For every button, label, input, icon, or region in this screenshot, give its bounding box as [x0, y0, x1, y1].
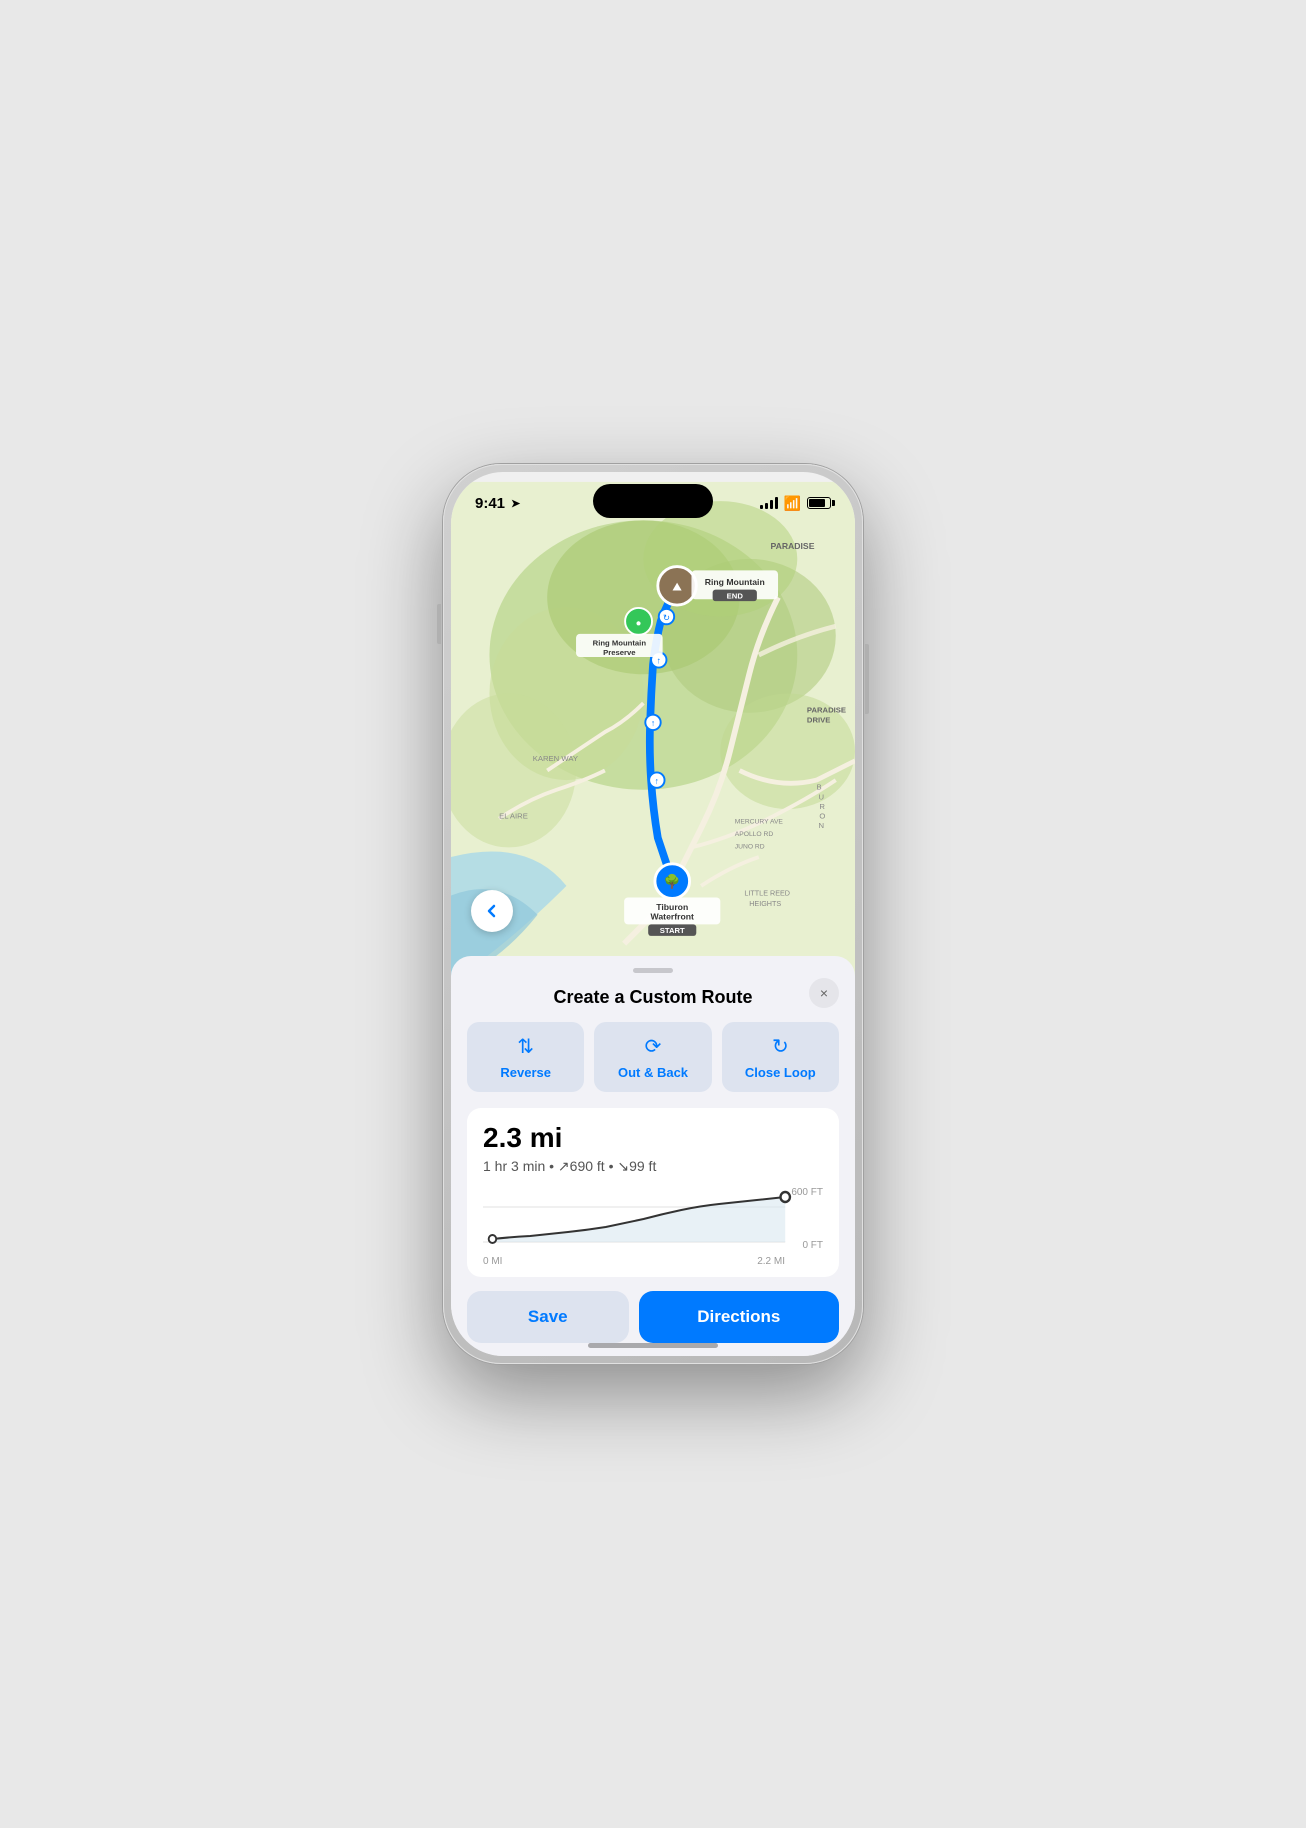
svg-text:LITTLE REED: LITTLE REED	[744, 889, 790, 898]
svg-text:↑: ↑	[655, 776, 659, 786]
svg-text:MERCURY AVE: MERCURY AVE	[735, 818, 784, 825]
bottom-sheet: Create a Custom Route × ⇅ Reverse ⟳ Out …	[451, 956, 855, 1356]
reverse-button[interactable]: ⇅ Reverse	[467, 1022, 584, 1092]
svg-text:↑: ↑	[651, 718, 655, 728]
svg-text:U: U	[818, 792, 825, 801]
dynamic-island	[593, 484, 713, 518]
svg-text:●: ●	[636, 618, 642, 629]
directions-button[interactable]: Directions	[639, 1291, 839, 1343]
phone-frame: 9:41 ➤ 📶	[443, 464, 863, 1364]
time-display: 9:41	[475, 495, 505, 512]
svg-text:↑: ↑	[657, 656, 661, 666]
elevation-chart: 600 FT 0 FT 0 MI 2.2 MI	[483, 1187, 823, 1267]
out-back-label: Out & Back	[618, 1065, 688, 1080]
wifi-icon: 📶	[784, 495, 801, 512]
out-back-icon: ⟳	[645, 1034, 662, 1059]
svg-text:PARADISE: PARADISE	[770, 541, 814, 551]
status-icons: 📶	[760, 495, 831, 512]
chart-x-start: 0 MI	[483, 1256, 502, 1267]
map-back-button[interactable]	[471, 890, 513, 932]
close-loop-label: Close Loop	[745, 1065, 816, 1080]
route-stats: 2.3 mi 1 hr 3 min • ↗690 ft • ↘99 ft	[467, 1108, 839, 1277]
svg-text:⛰: ⛰	[672, 582, 682, 594]
signal-bars	[760, 497, 778, 509]
chart-y-max: 600 FT	[791, 1187, 823, 1198]
svg-text:Ring Mountain: Ring Mountain	[705, 577, 765, 587]
svg-text:JUNO RD: JUNO RD	[735, 843, 765, 850]
svg-text:Waterfront: Waterfront	[651, 912, 694, 922]
close-loop-button[interactable]: ↻ Close Loop	[722, 1022, 839, 1092]
svg-text:KAREN WAY: KAREN WAY	[533, 754, 578, 763]
out-back-button[interactable]: ⟳ Out & Back	[594, 1022, 711, 1092]
sheet-title: Create a Custom Route	[467, 987, 839, 1008]
chart-y-min: 0 FT	[802, 1240, 823, 1251]
location-arrow-icon: ➤	[511, 497, 520, 510]
svg-text:↻: ↻	[663, 612, 670, 622]
home-indicator	[588, 1343, 718, 1348]
close-button[interactable]: ×	[809, 978, 839, 1008]
svg-text:EL AIRE: EL AIRE	[499, 812, 528, 821]
svg-text:B: B	[817, 783, 824, 792]
route-distance: 2.3 mi	[483, 1122, 823, 1154]
svg-text:Tiburon: Tiburon	[656, 902, 688, 912]
map-area[interactable]: ↑ ↑ ↑ ↻ 🌳 Tiburon Waterfront START ⛰	[451, 472, 855, 992]
svg-text:N: N	[818, 821, 825, 830]
close-loop-icon: ↻	[772, 1034, 789, 1059]
svg-text:O: O	[819, 812, 827, 821]
chart-x-end: 2.2 MI	[757, 1256, 785, 1267]
route-details: 1 hr 3 min • ↗690 ft • ↘99 ft	[483, 1158, 823, 1175]
phone-screen: 9:41 ➤ 📶	[451, 472, 855, 1356]
sheet-handle	[633, 968, 673, 973]
svg-text:Ring Mountain: Ring Mountain	[593, 638, 647, 647]
svg-text:PARADISE: PARADISE	[807, 706, 846, 715]
svg-text:END: END	[727, 591, 744, 600]
route-actions: ⇅ Reverse ⟳ Out & Back ↻ Close Loop	[467, 1022, 839, 1092]
status-time: 9:41 ➤	[475, 495, 520, 512]
battery-icon	[807, 497, 831, 509]
save-button[interactable]: Save	[467, 1291, 629, 1343]
svg-text:Preserve: Preserve	[603, 648, 636, 657]
svg-text:🌳: 🌳	[664, 873, 681, 889]
svg-text:DRIVE: DRIVE	[807, 715, 831, 724]
svg-text:HEIGHTS: HEIGHTS	[749, 899, 781, 908]
reverse-icon: ⇅	[517, 1034, 534, 1059]
svg-text:R: R	[819, 802, 826, 811]
svg-text:START: START	[660, 926, 685, 935]
bottom-buttons: Save Directions	[467, 1291, 839, 1343]
svg-text:APOLLO RD: APOLLO RD	[735, 831, 774, 838]
reverse-label: Reverse	[500, 1065, 551, 1080]
